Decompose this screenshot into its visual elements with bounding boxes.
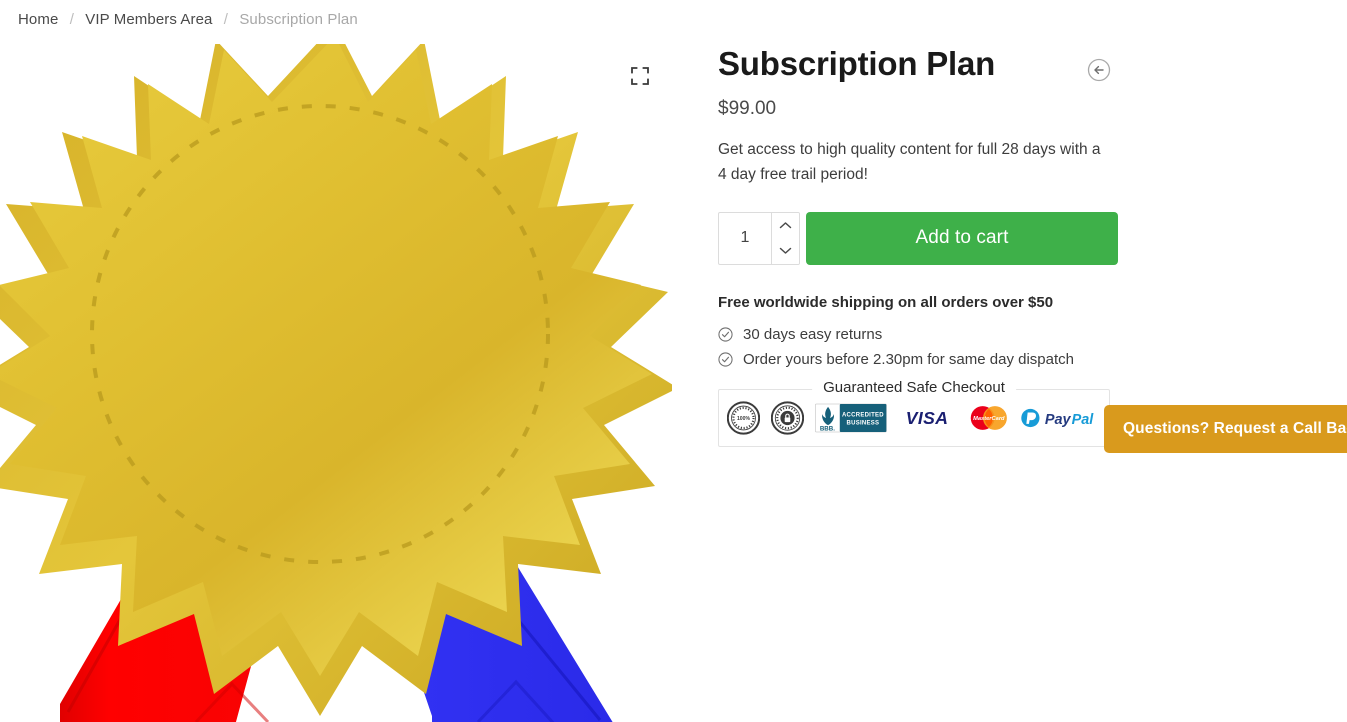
svg-text:VISA: VISA: [905, 408, 948, 428]
svg-text:100%: 100%: [737, 416, 751, 422]
payment-badges: 100% BBB. ACCREDITED BUSINESS VISA Maste…: [719, 390, 1109, 446]
expand-icon[interactable]: [630, 66, 650, 86]
breadcrumb-item-current: Subscription Plan: [239, 11, 358, 28]
quantity-decrease-button[interactable]: [772, 238, 799, 264]
shipping-note: Free worldwide shipping on all orders ov…: [718, 293, 1054, 311]
breadcrumb-item-vip-members-area[interactable]: VIP Members Area: [85, 11, 212, 28]
svg-text:MasterCard: MasterCard: [973, 416, 1005, 422]
svg-text:Pay: Pay: [1045, 411, 1072, 427]
rosette-starburst: [0, 44, 672, 716]
paypal-mark-icon: [1021, 408, 1040, 427]
request-call-back-button[interactable]: Questions? Request a Call Back: [1104, 405, 1347, 453]
feature-list: 30 days easy returns Order yours before …: [718, 326, 1118, 368]
check-circle-icon: [718, 352, 733, 367]
page-title: Subscription Plan: [718, 45, 996, 82]
quantity-increase-button[interactable]: [772, 212, 799, 239]
cart-row: Add to cart: [718, 211, 1118, 265]
safe-checkout-legend: Guaranteed Safe Checkout: [812, 378, 1016, 396]
bbb-accredited-business-badge: BBB. ACCREDITED BUSINESS: [814, 403, 887, 432]
quantity-stepper[interactable]: [718, 211, 800, 265]
visa-logo: VISA: [905, 408, 948, 428]
product-description: Get access to high quality content for f…: [718, 140, 1101, 183]
feature-label: Order yours before 2.30pm for same day d…: [743, 350, 1074, 368]
product-price: $99.00: [718, 97, 777, 119]
chevron-up-icon: [779, 222, 792, 229]
add-to-cart-button[interactable]: Add to cart: [806, 211, 1118, 265]
list-item: 30 days easy returns: [718, 326, 1118, 343]
feature-label: 30 days easy returns: [743, 325, 883, 343]
breadcrumb-item-home[interactable]: Home: [18, 11, 58, 28]
breadcrumb-separator: /: [223, 11, 229, 28]
product-image-rosette: [0, 44, 672, 722]
quantity-controls: [771, 212, 799, 264]
quantity-input[interactable]: [719, 212, 771, 264]
svg-text:BUSINESS: BUSINESS: [846, 420, 879, 426]
breadcrumb: Home / VIP Members Area / Subscription P…: [18, 11, 358, 28]
chevron-down-icon: [779, 248, 792, 255]
product-gallery[interactable]: [0, 44, 672, 722]
product-page: Home / VIP Members Area / Subscription P…: [0, 0, 1347, 722]
secure-checkout-seal: [770, 400, 804, 435]
mastercard-logo: MasterCard: [970, 405, 1007, 430]
svg-text:ACCREDITED: ACCREDITED: [842, 412, 884, 418]
svg-text:BBB.: BBB.: [820, 425, 835, 432]
check-circle-icon: [718, 327, 733, 342]
product-summary: Subscription Plan $99.00 Get access to h…: [718, 44, 1118, 447]
guaranteed-safe-checkout-panel: Guaranteed Safe Checkout 100% BBB. ACCRE…: [718, 378, 1110, 447]
svg-text:Pal: Pal: [1072, 411, 1095, 427]
list-item: Order yours before 2.30pm for same day d…: [718, 351, 1118, 368]
satisfaction-guaranteed-seal: 100%: [727, 400, 760, 435]
breadcrumb-separator: /: [69, 11, 74, 28]
paypal-logo: Pay Pal: [1021, 408, 1095, 427]
